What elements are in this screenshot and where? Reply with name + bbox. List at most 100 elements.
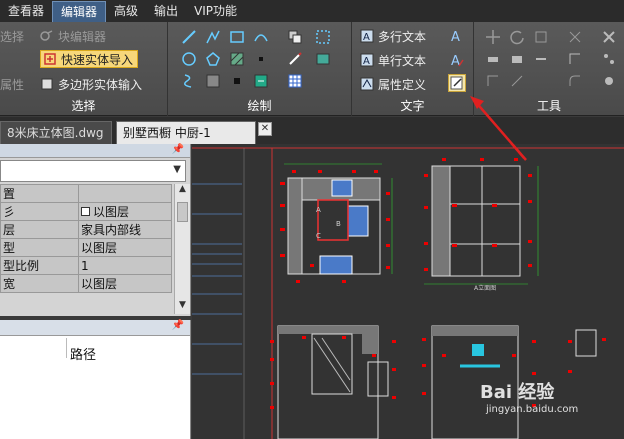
column-divider [66, 338, 67, 358]
polygon-entity-input-button[interactable]: 多边形实体输入 [40, 74, 142, 94]
menu-bar: 查看器 编辑器 高级 输出 VIP功能 [0, 0, 624, 22]
table-row[interactable]: 层家具内部线 [0, 220, 172, 239]
scroll-thumb[interactable] [177, 202, 188, 222]
table-row[interactable]: 置 [0, 184, 172, 203]
erase-icon[interactable] [600, 28, 618, 46]
document-tabs: 8米床立体图.dwg 别墅西橱 中厨-1套.dwg ✕ [0, 117, 624, 162]
attribute-definition-button[interactable]: 属性定义 [360, 74, 426, 94]
array-icon[interactable] [532, 50, 550, 68]
polyline-tool-icon[interactable] [204, 28, 222, 46]
mtext-button[interactable]: A 多行文本 [360, 26, 426, 46]
svg-text:C: C [316, 232, 321, 240]
point-tool-icon[interactable] [252, 50, 270, 68]
doc-tab-kitchen[interactable]: 别墅西橱 中厨-1套.dwg [116, 121, 256, 162]
select-group-label: 选择 [71, 99, 96, 113]
hatch-tool-icon[interactable] [228, 50, 246, 68]
tools-group: 工具 [474, 22, 624, 116]
polygon-icon [40, 77, 54, 91]
entity-type-select[interactable]: ▼ [0, 160, 186, 182]
text-style-icon[interactable]: A [448, 27, 466, 45]
svg-text:A: A [316, 206, 321, 214]
scale-icon[interactable] [532, 28, 550, 46]
color-swatch-icon [81, 207, 90, 216]
copy-tool-icon[interactable] [286, 28, 304, 46]
tools-group-label: 工具 [536, 99, 561, 113]
attribute-icon [360, 77, 374, 91]
circle-tool-icon[interactable] [180, 50, 198, 68]
mtext-icon: A [360, 29, 374, 43]
table-row[interactable]: 宽以图层 [0, 274, 172, 293]
svg-text:A: A [363, 32, 370, 43]
table-tool-icon[interactable] [286, 72, 304, 90]
quick-entity-import-button[interactable]: 快速实体导入 [40, 50, 139, 68]
menu-tab-vip[interactable]: VIP功能 [186, 0, 245, 22]
block-editor-icon [40, 29, 54, 43]
text-edit-icon[interactable]: A [448, 51, 466, 69]
ribbon: 选择 块编辑器 快速实体导入 属性 多边形实体输入 选择 绘制 A 多行文本 A… [0, 22, 624, 116]
paths-panel: 📌 路径 [0, 320, 191, 439]
image-tool-icon[interactable] [314, 50, 332, 68]
drawing-canvas[interactable]: A B C A立面图 [192, 144, 624, 439]
text-group-label: 文字 [400, 99, 425, 113]
table-row[interactable]: 型比例 1 [0, 256, 172, 275]
svg-text:A: A [451, 54, 460, 68]
svg-text:A: A [451, 30, 460, 44]
single-line-text-button[interactable]: A 单行文本 [360, 50, 426, 70]
text-group: A 多行文本 A 单行文本 属性定义 A A 文字 [352, 22, 474, 116]
offset-icon[interactable] [566, 50, 584, 68]
pin-icon[interactable]: 📌 [172, 144, 184, 155]
edit-text-icon[interactable] [448, 74, 466, 92]
join-icon[interactable] [508, 72, 526, 90]
chevron-down-icon: ▼ [173, 164, 181, 175]
scroll-down-icon[interactable]: ▼ [175, 300, 190, 314]
rotate-icon[interactable] [508, 28, 526, 46]
spline-tool-icon[interactable] [180, 72, 198, 90]
pen-tool-icon[interactable] [286, 50, 304, 68]
polygon-tool-icon[interactable] [204, 50, 222, 68]
menu-tab-advanced[interactable]: 高级 [106, 0, 146, 22]
paths-panel-header: 📌 [0, 320, 190, 336]
table-row[interactable]: 型以图层 [0, 238, 172, 257]
draw-group: 绘制 [168, 22, 352, 116]
external-ref-icon[interactable] [252, 72, 270, 90]
scroll-up-icon[interactable]: ▲ [175, 184, 190, 198]
break-icon[interactable] [484, 72, 502, 90]
properties-scrollbar[interactable]: ▲ ▼ [174, 184, 190, 314]
elevation-a: A立面图 [424, 165, 539, 292]
properties-panel: 📌 ▼ 置 彡以图层 层家具内部线 型以图层 型比例 1 宽以图层 ▲ ▼ [0, 144, 191, 316]
trim-icon[interactable] [566, 28, 584, 46]
block-editor-button[interactable]: 块编辑器 [40, 26, 106, 46]
close-tab-icon[interactable]: ✕ [258, 122, 272, 136]
mirror-icon[interactable] [508, 50, 526, 68]
watermark-logo: Bai 经验 [480, 382, 555, 403]
properties-button[interactable]: 属性 [0, 74, 24, 94]
draw-group-label: 绘制 [247, 99, 272, 113]
rectangle-tool-icon[interactable] [228, 28, 246, 46]
menu-tab-output[interactable]: 输出 [146, 0, 186, 22]
select-button[interactable]: 选择 [0, 26, 24, 46]
pin-icon[interactable]: 📌 [172, 320, 184, 331]
svg-text:B: B [336, 220, 341, 228]
plan-view: A B C [284, 163, 393, 275]
block-insert-icon[interactable] [228, 72, 246, 90]
menu-tab-editor[interactable]: 编辑器 [52, 1, 107, 22]
menu-tab-viewer[interactable]: 查看器 [0, 0, 52, 22]
explode-icon[interactable] [600, 50, 618, 68]
import-icon [43, 52, 57, 66]
fillet-icon[interactable] [566, 72, 584, 90]
line-tool-icon[interactable] [180, 28, 198, 46]
arc-tool-icon[interactable] [252, 28, 270, 46]
annotation-arrow [510, 144, 525, 159]
path-column-header[interactable]: 路径 [70, 344, 96, 363]
chamfer-icon[interactable] [600, 72, 618, 90]
cad-drawing: A B C A立面图 [192, 144, 624, 439]
table-row[interactable]: 彡以图层 [0, 202, 172, 221]
move-icon[interactable] [484, 28, 502, 46]
watermark-url: jingyan.baidu.com [486, 404, 579, 415]
select-group: 选择 块编辑器 快速实体导入 属性 多边形实体输入 选择 [0, 22, 168, 116]
doc-tab-bed[interactable]: 8米床立体图.dwg [0, 121, 112, 144]
gradient-tool-icon[interactable] [204, 72, 222, 90]
stretch-icon[interactable] [484, 50, 502, 68]
properties-table: 置 彡以图层 层家具内部线 型以图层 型比例 1 宽以图层 [0, 184, 172, 293]
region-tool-icon[interactable] [314, 28, 332, 46]
